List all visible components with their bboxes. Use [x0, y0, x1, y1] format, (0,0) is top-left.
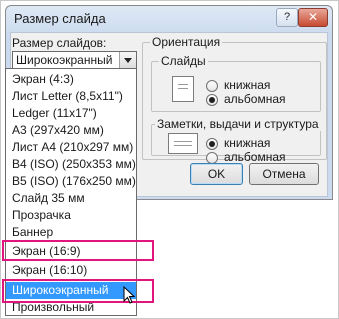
ok-button[interactable]: OK [190, 163, 243, 185]
notes-landscape-label[interactable]: альбомная [224, 150, 286, 164]
landscape-slide-icon [168, 133, 198, 154]
size-option[interactable]: Ledger (11x17") [6, 105, 136, 122]
mouse-pointer-icon [123, 286, 135, 304]
slide-size-dropdown-list[interactable]: Экран (4:3) Лист Letter (8,5x11") Ledger… [5, 68, 137, 316]
size-option-selected[interactable]: Широкоэкранный [6, 282, 136, 299]
size-option[interactable]: Лист A4 (210x297 мм) [6, 139, 136, 156]
slides-portrait-label[interactable]: книжная [224, 78, 270, 92]
notes-handouts-outline-label: Заметки, выдачи и структура [155, 117, 321, 131]
help-button[interactable]: ? [276, 8, 298, 27]
slide-size-selected-value: Широкоэкранный [16, 53, 113, 67]
size-option[interactable]: A3 (297x420 мм) [6, 122, 136, 139]
slide-size-combobox[interactable]: Широкоэкранный [12, 51, 137, 69]
size-option[interactable]: Слайд 35 мм [6, 190, 136, 207]
close-button[interactable]: ✕ [298, 8, 328, 27]
size-option[interactable]: Экран (4:3) [6, 71, 136, 88]
size-option[interactable]: Произвольный [6, 299, 136, 316]
chevron-down-icon[interactable] [119, 52, 136, 68]
slide-size-label: Размер слайдов: [12, 36, 107, 50]
orientation-label: Ориентация [150, 35, 223, 49]
dialog-title: Размер слайда [14, 11, 106, 26]
size-option[interactable]: Экран (16:9) [6, 243, 136, 260]
size-option[interactable]: Лист Letter (8,5x11") [6, 88, 136, 105]
slides-label: Слайды [159, 54, 208, 68]
size-option[interactable]: B4 (ISO) (250x353 мм) [6, 156, 136, 173]
slides-portrait-radio[interactable] [206, 80, 218, 92]
slides-landscape-radio[interactable] [206, 94, 218, 106]
slides-landscape-label[interactable]: альбомная [224, 92, 286, 106]
size-option[interactable]: B5 (ISO) (176x250 мм) [6, 173, 136, 190]
size-option[interactable]: Экран (16:10) [6, 262, 136, 279]
cancel-button[interactable]: Отмена [249, 163, 319, 185]
portrait-slide-icon [172, 76, 194, 102]
title-bar[interactable]: Размер слайда ? ✕ [6, 6, 332, 32]
notes-portrait-radio[interactable] [206, 138, 218, 150]
size-option[interactable]: Баннер [6, 224, 136, 241]
notes-portrait-label[interactable]: книжная [224, 136, 270, 150]
size-option[interactable]: Прозрачка [6, 207, 136, 224]
